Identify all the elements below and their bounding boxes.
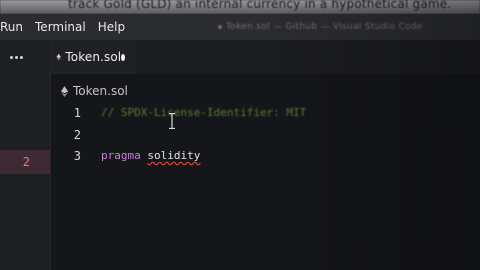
breadcrumb-file[interactable]: Token.sol: [73, 84, 128, 98]
menu-help[interactable]: Help: [98, 20, 125, 34]
editor-tab-bar: Token.sol: [51, 40, 480, 74]
editor-line: 3 pragma solidity: [51, 149, 480, 169]
code-keyword: pragma: [101, 149, 141, 162]
code-line: pragma solidity: [101, 149, 200, 162]
activity-bar: 2: [0, 40, 51, 270]
window-top-strip: track Gold (GLD) an internal currency in…: [0, 0, 480, 14]
solidity-icon: [60, 85, 69, 97]
ellipsis-icon[interactable]: [10, 52, 24, 62]
window-title-dot: [218, 24, 222, 29]
line-number: 2: [73, 128, 81, 142]
menu-bar: Run Terminal Help Token.sol — Github — V…: [0, 14, 480, 40]
editor-line: 1 // SPDX-License-Identifier: MIT: [51, 106, 480, 126]
line-number: 3: [73, 149, 81, 163]
code-editor[interactable]: 1 // SPDX-License-Identifier: MIT 2 3 pr…: [51, 100, 480, 270]
code-error-token: solidity: [147, 149, 201, 162]
unsaved-dot-icon[interactable]: [121, 53, 125, 61]
code-comment: // SPDX-License-Identifier: MIT: [101, 106, 307, 119]
menu-run[interactable]: Run: [0, 20, 23, 34]
source-control-changes-badge[interactable]: 2: [0, 150, 50, 174]
tab-token-sol[interactable]: Token.sol: [51, 40, 136, 74]
window-title: Token.sol — Github — Visual Studio Code: [218, 22, 423, 32]
menu-terminal[interactable]: Terminal: [35, 20, 86, 34]
window-title-text: Token.sol — Github — Visual Studio Code: [226, 22, 423, 32]
breadcrumb: Token.sol: [60, 84, 128, 98]
top-strip-text: track Gold (GLD) an internal currency in…: [68, 0, 452, 11]
line-number: 1: [73, 106, 81, 120]
tab-label: Token.sol: [65, 50, 122, 64]
solidity-icon: [56, 53, 61, 61]
editor-line: 2: [51, 128, 480, 148]
text-cursor-icon: [169, 113, 175, 129]
changes-count: 2: [22, 155, 30, 169]
